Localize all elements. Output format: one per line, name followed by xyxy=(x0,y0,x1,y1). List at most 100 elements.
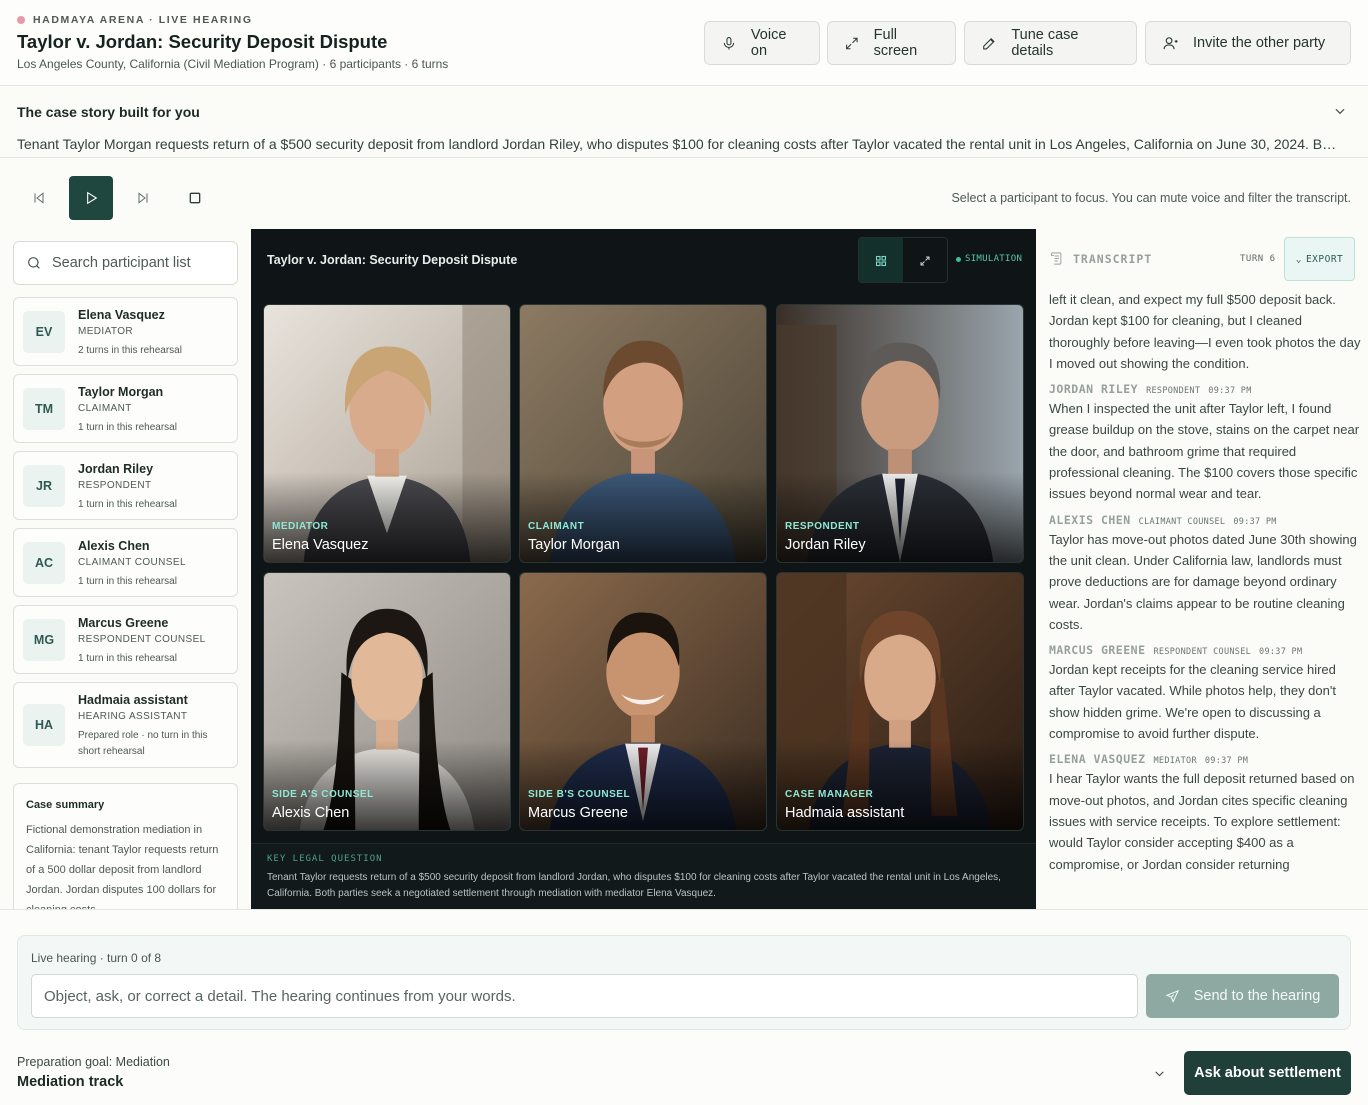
participant-name: Jordan Riley xyxy=(78,462,154,476)
stop-button[interactable] xyxy=(173,176,217,220)
speaker-role: MEDIATOR xyxy=(1153,756,1197,767)
participant-card-hadmaia[interactable]: HA Hadmaia assistant HEARING ASSISTANT P… xyxy=(13,682,238,768)
search-input[interactable] xyxy=(52,255,232,271)
chevron-down-icon[interactable] xyxy=(1333,104,1347,118)
ask-settlement-button[interactable]: Ask about settlement xyxy=(1184,1051,1351,1095)
voice-label: Voice on xyxy=(750,27,787,59)
stage-view-tools xyxy=(858,237,948,283)
avatar: MG xyxy=(23,619,65,661)
speaker-role: RESPONDENT xyxy=(1146,386,1201,397)
send-icon xyxy=(1165,989,1179,1003)
participant-role: RESPONDENT xyxy=(78,480,152,491)
speaker-name: MARCUS GREENE xyxy=(1049,643,1146,658)
participant-tile-case-manager[interactable]: CASE MANAGER Hadmaia assistant xyxy=(776,572,1024,831)
composer-box: Live hearing · turn 0 of 8 Send to the h… xyxy=(17,935,1351,1030)
skip-back-button[interactable] xyxy=(17,176,61,220)
voice-toggle-button[interactable]: Voice on xyxy=(704,21,820,65)
transcript-entry-text: Jordan kept receipts for the cleaning se… xyxy=(1049,662,1336,742)
participant-turns: 1 turn in this rehearsal xyxy=(78,422,177,433)
participant-card-marcus[interactable]: MG Marcus Greene RESPONDENT COUNSEL 1 tu… xyxy=(13,605,238,674)
participant-tile-mediator[interactable]: MEDIATOR Elena Vasquez xyxy=(263,304,511,563)
participant-turns: Prepared role · no turn in this short re… xyxy=(78,730,208,757)
story-text: Tenant Taylor Morgan requests return of … xyxy=(17,136,1337,152)
tile-role: SIDE A'S COUNSEL xyxy=(272,789,374,800)
fullscreen-button[interactable]: Full screen xyxy=(827,21,956,65)
participant-tile-claimant[interactable]: CLAIMANT Taylor Morgan xyxy=(519,304,767,563)
speaker-name: ELENA VASQUEZ xyxy=(1049,752,1146,767)
participant-role: MEDIATOR xyxy=(78,326,134,337)
stage-title: Taylor v. Jordan: Security Deposit Dispu… xyxy=(267,253,518,267)
composer-input-wrap[interactable] xyxy=(31,974,1138,1018)
simulation-label: SIMULATION xyxy=(965,254,1023,264)
entry-time: 09:37 PM xyxy=(1233,516,1277,527)
participant-turns: 2 turns in this rehearsal xyxy=(78,345,182,356)
participant-card-taylor[interactable]: TM Taylor Morgan CLAIMANT 1 turn in this… xyxy=(13,374,238,443)
skip-back-icon xyxy=(34,192,44,204)
participant-role: RESPONDENT COUNSEL xyxy=(78,634,206,645)
avatar: EV xyxy=(23,311,65,353)
tile-name: Alexis Chen xyxy=(272,805,350,821)
transcript-title: TRANSCRIPT xyxy=(1073,252,1153,266)
speaker-role: RESPONDENT COUNSEL xyxy=(1153,647,1252,658)
tile-role: RESPONDENT xyxy=(785,521,860,532)
microphone-icon xyxy=(723,36,735,49)
expand-icon xyxy=(920,256,930,266)
page-title: Taylor v. Jordan: Security Deposit Dispu… xyxy=(17,31,388,52)
tile-name: Jordan Riley xyxy=(785,537,866,553)
key-legal-question-label: KEY LEGAL QUESTION xyxy=(267,854,383,864)
participant-card-jordan[interactable]: JR Jordan Riley RESPONDENT 1 turn in thi… xyxy=(13,451,238,520)
page-subtitle: Los Angeles County, California (Civil Me… xyxy=(17,57,449,71)
grid-view-button[interactable] xyxy=(859,238,903,282)
export-button[interactable]: ⌄ EXPORT xyxy=(1284,237,1355,281)
tune-label: Tune case details xyxy=(1011,27,1079,59)
avatar: JR xyxy=(23,465,65,507)
play-button[interactable] xyxy=(69,176,113,220)
participant-card-elena[interactable]: EV Elena Vasquez MEDIATOR 2 turns in thi… xyxy=(13,297,238,366)
transcript-body: left it clean, and expect my full $500 d… xyxy=(1049,289,1361,875)
composer-status: Live hearing · turn 0 of 8 xyxy=(31,951,162,965)
hearing-stage: Taylor v. Jordan: Security Deposit Dispu… xyxy=(251,229,1036,909)
send-button[interactable]: Send to the hearing xyxy=(1146,974,1339,1018)
stage-expand-button[interactable] xyxy=(903,238,947,282)
tile-role: SIDE B'S COUNSEL xyxy=(528,789,631,800)
key-legal-question-text: Tenant Taylor requests return of a $500 … xyxy=(267,872,1001,899)
participant-card-alexis[interactable]: AC Alexis Chen CLAIMANT COUNSEL 1 turn i… xyxy=(13,528,238,597)
user-plus-icon xyxy=(1163,36,1178,49)
entry-time: 09:37 PM xyxy=(1204,756,1249,767)
participant-search[interactable] xyxy=(13,241,238,285)
chevron-down-icon[interactable] xyxy=(1153,1067,1166,1080)
speaker-name: JORDAN RILEY xyxy=(1049,382,1139,397)
goal-select[interactable]: Mediation track xyxy=(17,1074,123,1090)
participant-name: Hadmaia assistant xyxy=(78,693,188,707)
transcript-header: TRANSCRIPT TURN 6 ⌄ EXPORT xyxy=(1036,229,1368,289)
fullscreen-label: Full screen xyxy=(873,27,918,59)
participant-role: CLAIMANT COUNSEL xyxy=(78,557,186,568)
avatar: AC xyxy=(23,542,65,584)
transcript-entry-meta: JORDAN RILEY RESPONDENT 09:37 PM xyxy=(1049,382,1361,396)
speaker-role: CLAIMANT COUNSEL xyxy=(1138,516,1226,527)
case-summary-title: Case summary xyxy=(26,799,105,811)
scroll-icon xyxy=(1051,252,1062,265)
send-label: Send to the hearing xyxy=(1193,988,1321,1004)
participant-role: HEARING ASSISTANT xyxy=(78,711,188,722)
participant-tile-side-b-counsel[interactable]: SIDE B'S COUNSEL Marcus Greene xyxy=(519,572,767,831)
participant-turns: 1 turn in this rehearsal xyxy=(78,653,177,664)
participant-tile-side-a-counsel[interactable]: SIDE A'S COUNSEL Alexis Chen xyxy=(263,572,511,831)
participant-role: CLAIMANT xyxy=(78,403,132,414)
composer-input[interactable] xyxy=(44,987,1124,1005)
participant-tile-respondent[interactable]: RESPONDENT Jordan Riley xyxy=(776,304,1024,563)
stop-icon xyxy=(189,192,201,204)
skip-forward-icon xyxy=(138,192,148,204)
participant-turns: 1 turn in this rehearsal xyxy=(78,499,177,510)
transcript-entry-text: I hear Taylor wants the full deposit ret… xyxy=(1049,771,1355,872)
transcript-entry-text: Taylor has move-out photos dated June 30… xyxy=(1049,531,1357,632)
case-story-section: The case story built for you Tenant Tayl… xyxy=(0,86,1368,158)
skip-forward-button[interactable] xyxy=(121,176,165,220)
transcript-panel[interactable]: left it clean, and expect my full $500 d… xyxy=(1036,229,1368,909)
playback-controls: Select a participant to focus. You can m… xyxy=(0,158,1368,229)
play-icon xyxy=(87,191,98,205)
tune-case-button[interactable]: Tune case details xyxy=(964,21,1137,65)
invite-label: Invite the other party xyxy=(1193,35,1326,51)
invite-party-button[interactable]: Invite the other party xyxy=(1145,21,1351,65)
simulation-badge: SIMULATION xyxy=(956,254,1022,264)
